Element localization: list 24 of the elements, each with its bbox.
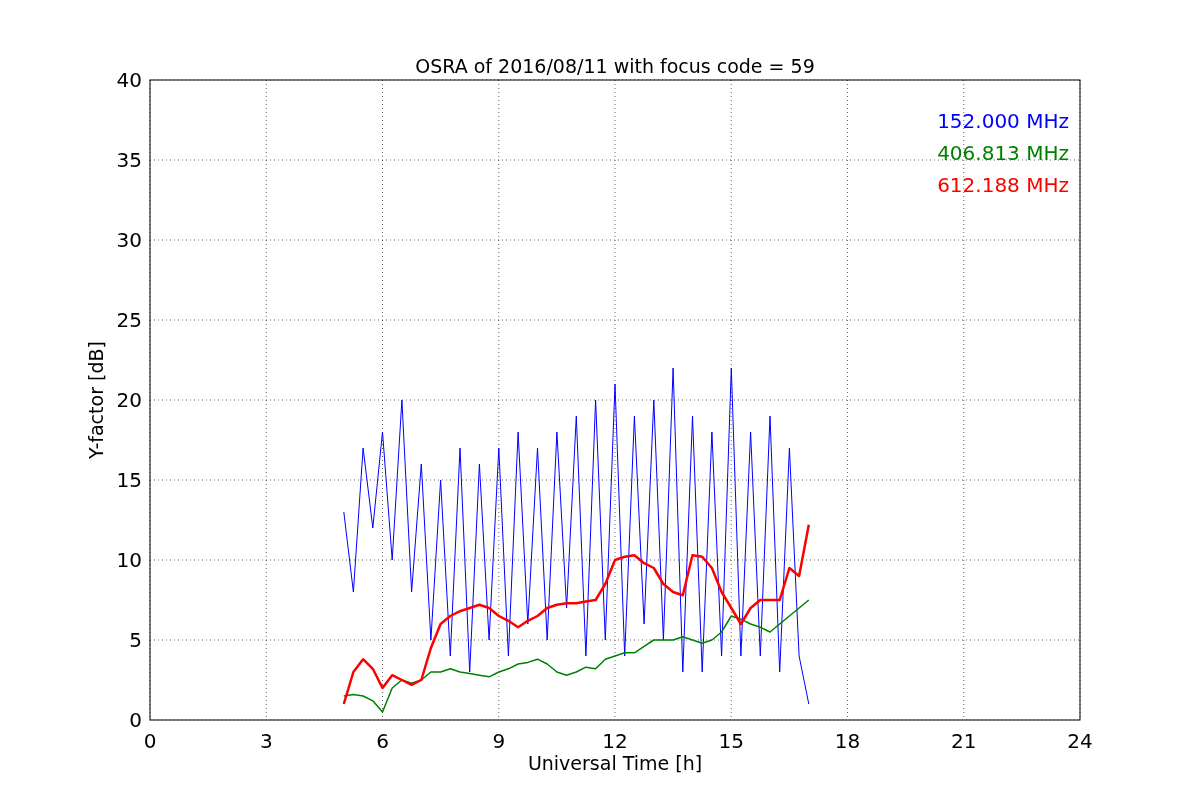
chart-title: OSRA of 2016/08/11 with focus code = 59 (415, 55, 815, 77)
tick-label: 5 (129, 628, 142, 652)
tick-label: 6 (376, 729, 389, 753)
tick-label: 20 (116, 388, 142, 412)
x-axis-label: Universal Time [h] (527, 752, 703, 774)
tick-label: 9 (492, 729, 506, 753)
tick-label: 3 (259, 729, 273, 753)
tick-label: 40 (116, 68, 142, 92)
tick-label: 15 (116, 468, 142, 492)
tick-label: 25 (116, 308, 142, 332)
tick-label: 12 (602, 729, 628, 753)
tick-label: 18 (834, 729, 861, 753)
legend-label: 152.000 MHz (937, 109, 1069, 133)
tick-label: 0 (129, 708, 142, 732)
tick-label: 21 (951, 729, 977, 753)
y-axis-label: Y-factor [dB] (85, 341, 107, 459)
legend-label: 612.188 MHz (937, 173, 1069, 197)
tick-label: 35 (116, 148, 142, 172)
tick-label: 24 (1067, 729, 1093, 753)
tick-label: 15 (718, 729, 744, 753)
tick-label: 30 (116, 228, 142, 252)
legend-label: 406.813 MHz (937, 141, 1069, 165)
tick-label: 0 (143, 729, 157, 753)
tick-label: 10 (116, 548, 142, 572)
